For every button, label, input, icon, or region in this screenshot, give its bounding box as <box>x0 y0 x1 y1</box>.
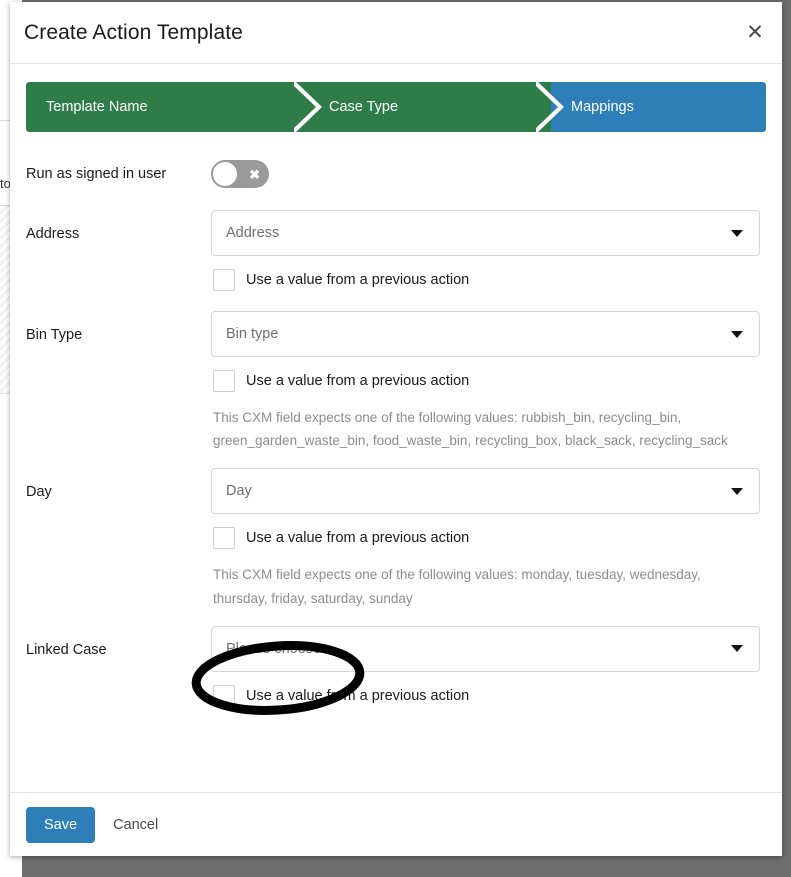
linked-case-select[interactable]: Please choose... <box>211 625 760 672</box>
run-as-label: Run as signed in user <box>26 166 167 182</box>
use-previous-value-row[interactable]: Use a value from a previous action <box>213 684 760 707</box>
run-as-signed-in-user-row: Run as signed in user ✖ <box>26 152 766 196</box>
field-label: Linked Case <box>26 641 107 658</box>
chevron-down-icon <box>731 229 743 237</box>
checkbox-label: Use a value from a previous action <box>246 373 470 389</box>
toggle-off-icon: ✖ <box>249 166 260 182</box>
toggle-knob <box>213 162 237 186</box>
select-value: Bin type <box>226 326 279 342</box>
chevron-down-icon <box>731 645 743 653</box>
day-select[interactable]: Day <box>211 468 760 515</box>
use-previous-value-row[interactable]: Use a value from a previous action <box>213 527 760 550</box>
step-template-name[interactable]: Template Name <box>26 82 309 132</box>
step-label: Template Name <box>46 99 148 115</box>
chevron-down-icon <box>731 487 743 495</box>
cancel-button[interactable]: Cancel <box>113 817 158 833</box>
step-label: Mappings <box>571 99 634 115</box>
select-value: Day <box>226 483 252 500</box>
field-helper-text: This CXM field expects one of the follow… <box>213 567 701 606</box>
use-previous-value-row[interactable]: Use a value from a previous action <box>213 269 760 291</box>
wizard-stepper: Template Name Case Type Mappings <box>26 82 766 132</box>
address-select[interactable]: Address <box>211 210 760 256</box>
field-bin-type: Bin Type Bin type Use a value from a pre… <box>26 311 766 452</box>
use-previous-value-checkbox[interactable] <box>213 684 235 707</box>
modal-footer: Save Cancel <box>10 792 782 856</box>
field-linked-case: Linked Case Please choose... Use a value… <box>26 625 766 707</box>
use-previous-value-checkbox[interactable] <box>213 527 235 550</box>
checkbox-label: Use a value from a previous action <box>246 272 470 288</box>
step-label: Case Type <box>329 99 399 115</box>
bin-type-select[interactable]: Bin type <box>211 311 760 357</box>
chevron-down-icon <box>731 330 743 338</box>
close-icon[interactable]: ✕ <box>740 18 770 48</box>
use-previous-value-checkbox[interactable] <box>213 370 235 392</box>
field-helper-text: This CXM field expects one of the follow… <box>213 410 728 449</box>
field-day: Day Day Use a value from a previous acti… <box>26 468 766 609</box>
page-title: Create Action Template <box>24 20 243 44</box>
step-mappings[interactable]: Mappings <box>551 82 766 132</box>
run-as-toggle[interactable]: ✖ <box>211 160 269 188</box>
save-button[interactable]: Save <box>26 806 96 843</box>
checkbox-label: Use a value from a previous action <box>246 530 470 547</box>
modal-body: Template Name Case Type Mappings Run as … <box>10 64 782 792</box>
modal-header: Create Action Template ✕ <box>10 2 782 64</box>
use-previous-value-checkbox[interactable] <box>213 269 235 291</box>
field-label: Address <box>26 226 80 242</box>
create-action-template-modal: Create Action Template ✕ Template Name C… <box>10 2 782 856</box>
field-label: Bin Type <box>26 327 83 343</box>
select-value: Please choose... <box>226 640 334 657</box>
use-previous-value-row[interactable]: Use a value from a previous action <box>213 370 760 392</box>
field-label: Day <box>26 484 52 501</box>
select-value: Address <box>226 225 280 241</box>
checkbox-label: Use a value from a previous action <box>246 687 470 704</box>
step-case-type[interactable]: Case Type <box>309 82 551 132</box>
field-address: Address Address Use a value from a previ… <box>26 210 766 291</box>
